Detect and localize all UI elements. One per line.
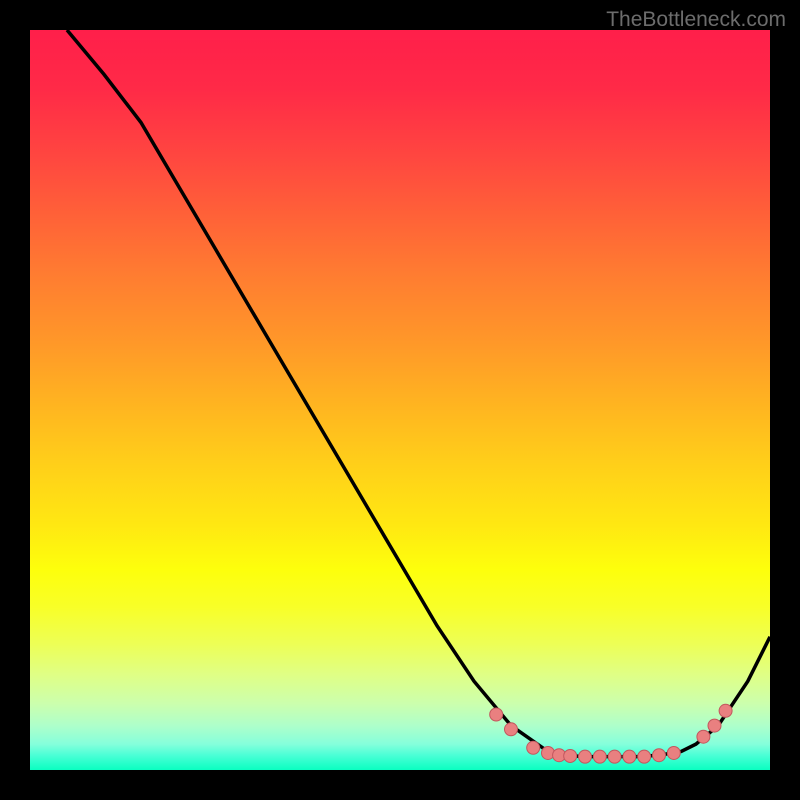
highlight-dot <box>490 708 503 721</box>
highlight-dot <box>653 749 666 762</box>
chart-svg <box>30 30 770 770</box>
highlight-dot <box>505 723 518 736</box>
highlight-dot <box>708 719 721 732</box>
highlight-dot <box>593 750 606 763</box>
highlight-dot <box>579 750 592 763</box>
highlight-dot <box>564 749 577 762</box>
highlight-dot <box>527 741 540 754</box>
highlight-dot <box>608 750 621 763</box>
highlight-dot <box>638 750 651 763</box>
highlight-dots <box>490 704 732 763</box>
highlight-dot <box>719 704 732 717</box>
plot-gradient-area <box>30 30 770 770</box>
highlight-dot <box>697 730 710 743</box>
highlight-dot <box>623 750 636 763</box>
bottleneck-curve <box>67 30 770 757</box>
attribution-text: TheBottleneck.com <box>606 8 786 32</box>
highlight-dot <box>667 746 680 759</box>
